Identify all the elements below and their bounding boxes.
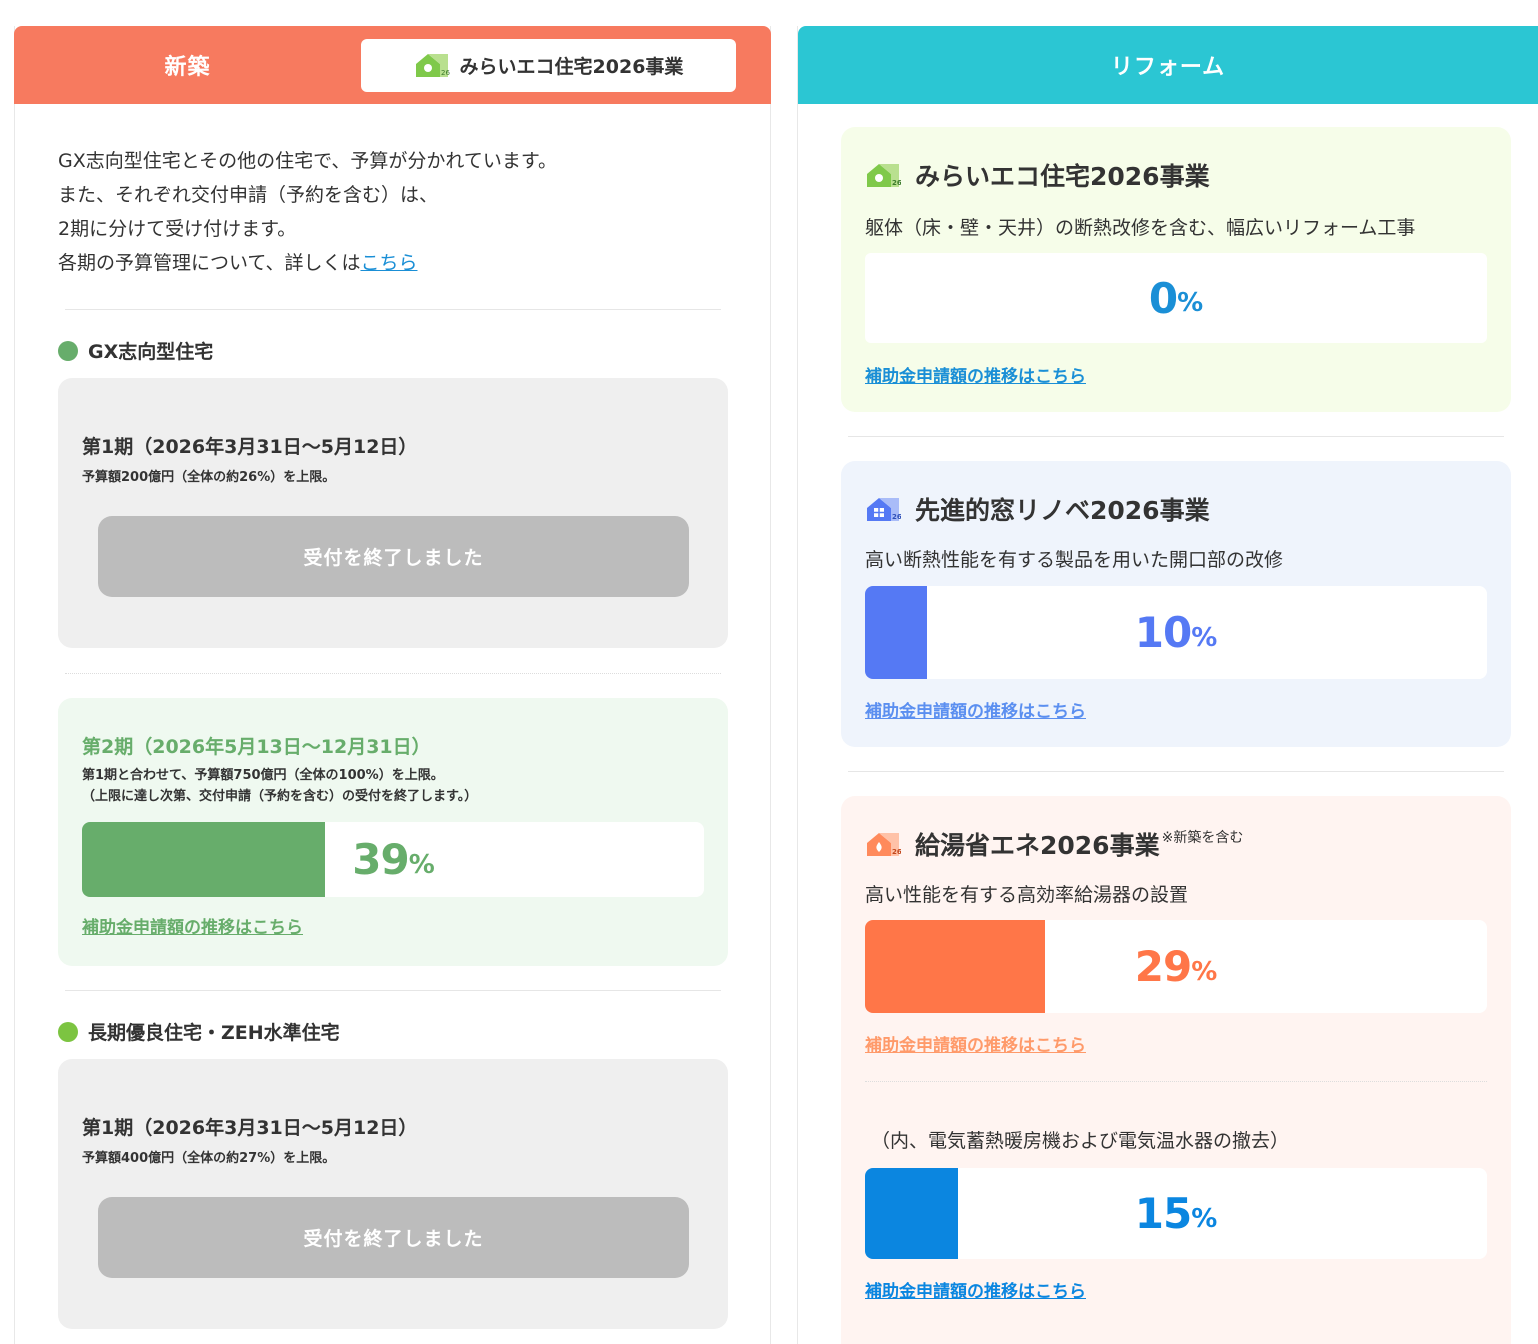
window-reno-desc: 高い断熱性能を有する製品を用いた開口部の改修 [865,549,1284,571]
window-reno-progress-number: 10 [1134,608,1192,657]
window-reno-card: 26 先進的窓リノベ2026事業 高い断熱性能を有する製品を用いた開口部の改修 … [841,461,1511,747]
mirai-reform-progress-number: 0 [1148,273,1178,323]
svg-text:26: 26 [441,69,450,77]
zeh-phase1-sub: 予算額400億円（全体の約27%）を上限。 [82,1151,336,1166]
tab-new-build[interactable]: 新築 [14,49,361,81]
water-heater-progress-bar: 29% [865,920,1487,1013]
window-reno-progress-value: 10% [865,586,1487,679]
intro-line-4-text: 各期の予算管理について、詳しくは [58,252,361,274]
intro-line-2: また、それぞれ交付申請（予約を含む）は、 [58,184,439,206]
gx-phase2-history-link[interactable]: 補助金申請額の推移はこちら [82,913,303,938]
divider [65,990,721,991]
gx-phase2-sub-2: （上限に達し次第、交付申請（予約を含む）の受付を終了します。） [82,789,478,804]
mirai-house-icon: 26 [865,162,902,188]
gx-heading-text: GX志向型住宅 [88,341,214,363]
water-heater-sub-history-link[interactable]: 補助金申請額の推移はこちら [865,1277,1086,1302]
tab-reform[interactable]: リフォーム [1111,49,1225,81]
gx-phase1-sub: 予算額200億円（全体の約26%）を上限。 [82,470,336,485]
water-heater-history-link[interactable]: 補助金申請額の推移はこちら [865,1031,1086,1056]
gx-phase1-card: 第1期（2026年3月31日〜5月12日） 予算額200億円（全体の約26%）を… [58,378,728,648]
divider [848,771,1504,772]
mirai-reform-progress-bar: 0% [865,253,1487,343]
water-heater-note: ※新築を含む [1161,830,1244,846]
reform-panel: リフォーム 26 みらいエコ住宅2026事業 躯体（床・壁・天井）の断熱改修を含… [797,26,1538,1344]
water-heater-sub-progress-number: 15 [1134,1189,1192,1238]
mirai-reform-card: 26 みらいエコ住宅2026事業 躯体（床・壁・天井）の断熱改修を含む、幅広いリ… [841,127,1511,412]
gx-phase2-progress-bar: 39% [82,822,704,897]
intro-line-1: GX志向型住宅とその他の住宅で、予算が分かれています。 [58,150,557,172]
water-heater-desc: 高い性能を有する高効率給湯器の設置 [865,884,1189,906]
program-pill[interactable]: 26 みらいエコ住宅2026事業 [361,38,736,92]
mirai-reform-title-text: みらいエコ住宅2026事業 [915,162,1210,191]
window-reno-title-text: 先進的窓リノベ2026事業 [915,496,1210,525]
zeh-phase1-title: 第1期（2026年3月31日〜5月12日） [82,1117,418,1139]
divider [65,309,721,310]
gx-dot-icon [58,340,78,361]
gx-phase2-sub-1: 第1期と合わせて、予算額750億円（全体の100%）を上限。 [82,768,444,783]
svg-text:26: 26 [892,179,901,187]
details-link[interactable]: こちら [360,252,417,274]
intro-line-3: 2期に分けて受け付けます。 [58,218,297,240]
gx-phase2-card: 第2期（2026年5月13日〜12月31日） 第1期と合わせて、予算額750億円… [58,698,728,966]
percent-sign: % [1191,1203,1218,1234]
zeh-heading-text: 長期優良住宅・ZEH水準住宅 [88,1022,340,1044]
new-build-header: 新築 26 みらいエコ住宅2026事業 [14,26,771,104]
window-house-icon: 26 [865,496,902,522]
divider [848,436,1504,437]
gx-phase1-closed-button[interactable]: 受付を終了しました [98,516,689,597]
water-heater-title-text: 給湯省エネ2026事業 [915,831,1160,860]
zeh-phase1-closed-button[interactable]: 受付を終了しました [98,1197,689,1278]
mirai-house-icon: 26 [414,52,450,78]
zeh-dot-icon [58,1021,78,1042]
water-heater-sub-desc: （内、電気蓄熱暖房機および電気温水器の撤去） [871,1130,1290,1152]
intro-line-4: 各期の予算管理について、詳しくはこちら [58,246,557,280]
water-heater-sub-progress-bar: 15% [865,1168,1487,1259]
percent-sign: % [1177,288,1204,318]
gx-phase2-progress-fill [82,822,325,897]
divider [865,1081,1487,1082]
gx-phase1-title: 第1期（2026年3月31日〜5月12日） [82,436,418,458]
window-reno-history-link[interactable]: 補助金申請額の推移はこちら [865,697,1086,722]
percent-sign: % [1191,956,1218,987]
gx-phase2-progress-value: 39% [325,822,462,897]
zeh-section-heading: 長期優良住宅・ZEH水準住宅 [58,1018,340,1045]
mirai-reform-desc: 躯体（床・壁・天井）の断熱改修を含む、幅広いリフォーム工事 [865,217,1416,239]
zeh-phase1-card: 第1期（2026年3月31日〜5月12日） 予算額400億円（全体の約27%）を… [58,1059,728,1329]
water-heater-card: 26 給湯省エネ2026事業 ※新築を含む 高い性能を有する高効率給湯器の設置 … [841,796,1511,1344]
svg-text:26: 26 [892,513,901,521]
mirai-reform-progress-value: 0% [865,253,1487,343]
water-heater-progress-value: 29% [865,920,1487,1013]
water-heater-house-icon: 26 [865,831,902,857]
gx-phase2-title: 第2期（2026年5月13日〜12月31日） [82,736,431,758]
window-reno-progress-bar: 10% [865,586,1487,679]
gx-section-heading: GX志向型住宅 [58,337,213,364]
water-heater-progress-number: 29 [1134,942,1192,991]
water-heater-title: 26 給湯省エネ2026事業 ※新築を含む [865,826,1243,862]
svg-text:26: 26 [892,848,901,856]
program-pill-label: みらいエコ住宅2026事業 [459,55,684,78]
water-heater-sub-progress-value: 15% [865,1168,1487,1259]
new-build-panel: 新築 26 みらいエコ住宅2026事業 GX志向型住宅とその他の住宅で、予算が分… [14,26,771,1344]
percent-sign: % [1191,622,1218,653]
reform-header: リフォーム [798,26,1538,104]
gx-phase2-progress-number: 39 [352,835,409,884]
mirai-reform-title: 26 みらいエコ住宅2026事業 [865,157,1210,193]
window-reno-title: 26 先進的窓リノベ2026事業 [865,491,1210,527]
divider [65,673,721,674]
intro-text: GX志向型住宅とその他の住宅で、予算が分かれています。 また、それぞれ交付申請（… [58,144,557,280]
mirai-reform-history-link[interactable]: 補助金申請額の推移はこちら [865,362,1086,387]
percent-sign: % [408,849,435,880]
